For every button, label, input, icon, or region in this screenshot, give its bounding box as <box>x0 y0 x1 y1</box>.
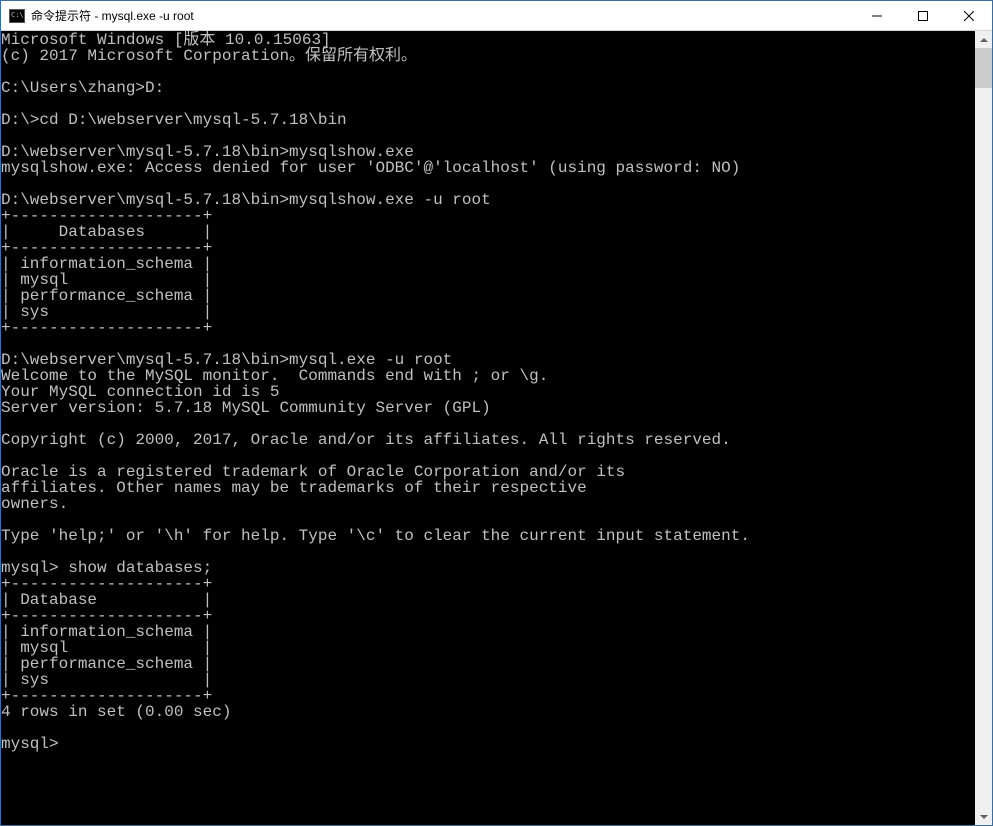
terminal-wrapper: Microsoft Windows [版本 10.0.15063] (c) 20… <box>1 31 992 825</box>
minimize-button[interactable] <box>854 1 900 30</box>
terminal-output[interactable]: Microsoft Windows [版本 10.0.15063] (c) 20… <box>1 31 975 825</box>
minimize-icon <box>872 11 882 21</box>
scroll-track[interactable] <box>975 48 992 808</box>
maximize-button[interactable] <box>900 1 946 30</box>
window-controls <box>854 1 992 30</box>
title-bar[interactable]: 命令提示符 - mysql.exe -u root <box>1 1 992 31</box>
close-icon <box>964 11 974 21</box>
scroll-up-button[interactable] <box>975 31 992 48</box>
scroll-thumb[interactable] <box>975 48 992 88</box>
cmd-window: 命令提示符 - mysql.exe -u root Microsoft Wind… <box>0 0 993 826</box>
vertical-scrollbar[interactable] <box>975 31 992 825</box>
maximize-icon <box>918 11 928 21</box>
scroll-down-button[interactable] <box>975 808 992 825</box>
chevron-up-icon <box>980 38 988 42</box>
close-button[interactable] <box>946 1 992 30</box>
chevron-down-icon <box>980 815 988 819</box>
cmd-icon <box>9 9 25 23</box>
window-title: 命令提示符 - mysql.exe -u root <box>31 7 854 24</box>
